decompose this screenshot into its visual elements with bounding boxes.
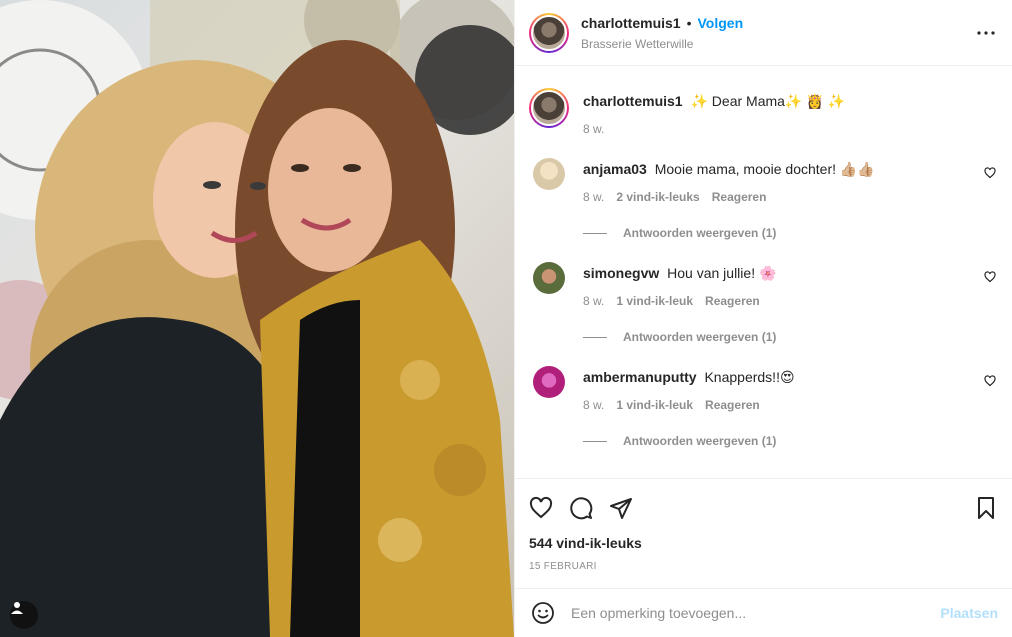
author-avatar[interactable] [529, 12, 569, 53]
post-photo[interactable] [0, 0, 514, 637]
reply-button[interactable]: Reageren [705, 398, 760, 412]
commenter-avatar[interactable] [533, 262, 565, 294]
comment-input[interactable] [571, 605, 941, 621]
replies-divider [583, 440, 607, 442]
comment-username[interactable]: anjama03 [583, 161, 647, 177]
heart-icon [984, 167, 996, 179]
emoji-icon [532, 602, 554, 624]
heart-icon [984, 375, 996, 387]
caption-avatar[interactable] [529, 88, 569, 128]
heart-icon [529, 496, 553, 519]
like-button[interactable] [529, 496, 553, 520]
replies-divider [583, 336, 607, 338]
post-side-panel: charlottemuis1 • Volgen Brasserie Wetter… [514, 0, 1012, 637]
add-comment-bar: Plaatsen [515, 588, 1012, 637]
comment-icon [570, 497, 593, 520]
comments-list[interactable]: charlottemuis1 ✨ Dear Mama✨ 👸 ✨ 8 w. anj… [515, 66, 1012, 478]
view-replies-label: Antwoorden weergeven (1) [623, 330, 777, 344]
caption-text: ✨ Dear Mama✨ 👸 ✨ [690, 93, 846, 109]
comment-text: Hou van jullie! 🌸 [667, 265, 777, 281]
comment-likes[interactable]: 2 vind-ik-leuks [616, 190, 699, 204]
likes-count[interactable]: 544 vind-ik-leuks [529, 535, 998, 551]
commenter-avatar[interactable] [533, 158, 565, 190]
post-date[interactable]: 15 FEBRUARI [529, 561, 998, 572]
comment-text: Knapperds!!😍 [704, 369, 795, 385]
reply-button[interactable]: Reageren [712, 190, 767, 204]
paper-plane-icon [610, 498, 632, 519]
view-replies-button[interactable]: Antwoorden weergeven (1) [583, 330, 998, 344]
view-replies-label: Antwoorden weergeven (1) [623, 434, 777, 448]
emoji-picker-button[interactable] [531, 601, 555, 625]
view-replies-button[interactable]: Antwoorden weergeven (1) [583, 226, 998, 240]
author-info: charlottemuis1 • Volgen Brasserie Wetter… [581, 15, 974, 51]
comment-likes[interactable]: 1 vind-ik-leuk [616, 398, 693, 412]
comment-item: anjama03 Mooie mama, mooie dochter! 👍🏼👍🏼… [529, 158, 998, 240]
share-button[interactable] [609, 496, 633, 520]
replies-divider [583, 232, 607, 234]
comment-text: Mooie mama, mooie dochter! 👍🏼👍🏼 [654, 161, 875, 177]
more-horizontal-icon [977, 30, 995, 35]
caption-username[interactable]: charlottemuis1 [583, 93, 683, 109]
comment-time[interactable]: 8 w. [583, 398, 604, 412]
comment-time[interactable]: 8 w. [583, 294, 604, 308]
bookmark-icon [978, 497, 994, 519]
post-location[interactable]: Brasserie Wetterwille [581, 37, 974, 51]
comment-item: simonegvw Hou van jullie! 🌸 8 w. 1 vind-… [529, 262, 998, 344]
comment-like-button[interactable] [984, 166, 996, 184]
post-caption: charlottemuis1 ✨ Dear Mama✨ 👸 ✨ 8 w. [529, 88, 998, 136]
user-icon [11, 602, 23, 614]
more-options-button[interactable] [974, 21, 998, 45]
comment-like-button[interactable] [984, 374, 996, 392]
post-comment-button[interactable]: Plaatsen [940, 605, 998, 621]
comment-item: ambermanuputty Knapperds!!😍 8 w. 1 vind-… [529, 366, 998, 448]
tagged-users-button[interactable] [10, 601, 38, 629]
author-username[interactable]: charlottemuis1 [581, 15, 681, 31]
heart-icon [984, 271, 996, 283]
view-replies-button[interactable]: Antwoorden weergeven (1) [583, 434, 998, 448]
post-header: charlottemuis1 • Volgen Brasserie Wetter… [515, 0, 1012, 66]
comment-time[interactable]: 8 w. [583, 190, 604, 204]
separator-dot: • [686, 14, 692, 31]
caption-time[interactable]: 8 w. [583, 122, 604, 136]
follow-button[interactable]: Volgen [698, 15, 744, 31]
comment-username[interactable]: simonegvw [583, 265, 659, 281]
commenter-avatar[interactable] [533, 366, 565, 398]
action-icons [529, 479, 998, 533]
comment-like-button[interactable] [984, 270, 996, 288]
view-replies-label: Antwoorden weergeven (1) [623, 226, 777, 240]
post-actions: 544 vind-ik-leuks 15 FEBRUARI [515, 478, 1012, 588]
reply-button[interactable]: Reageren [705, 294, 760, 308]
photo-illustration [0, 0, 514, 637]
save-button[interactable] [974, 496, 998, 520]
comment-button[interactable] [569, 496, 593, 520]
comment-username[interactable]: ambermanuputty [583, 369, 697, 385]
comment-likes[interactable]: 1 vind-ik-leuk [616, 294, 693, 308]
